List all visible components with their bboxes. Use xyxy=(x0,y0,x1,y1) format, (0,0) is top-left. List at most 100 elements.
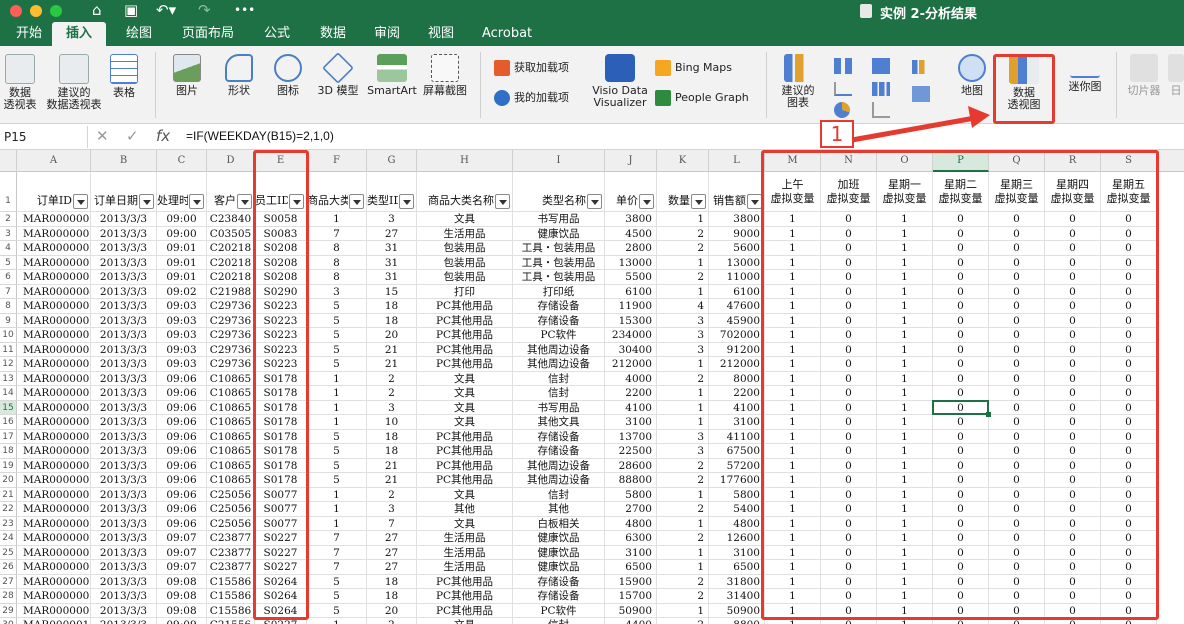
column-header-H[interactable]: H xyxy=(417,150,513,172)
cell-A9[interactable]: MAR0000005 xyxy=(17,313,91,328)
cell-N7[interactable]: 0 xyxy=(821,284,877,299)
cell-F17[interactable]: 5 xyxy=(307,429,367,444)
column-header-B[interactable]: B xyxy=(91,150,157,172)
cell-O15[interactable]: 1 xyxy=(877,400,933,415)
fill-handle[interactable] xyxy=(986,412,991,417)
cell-N19[interactable]: 0 xyxy=(821,458,877,473)
cell-F27[interactable]: 5 xyxy=(307,574,367,589)
3d-models-button[interactable]: 3D 模型 xyxy=(314,52,362,97)
cell-J6[interactable]: 5500 xyxy=(605,270,657,285)
cell-I17[interactable]: 存储设备 xyxy=(513,429,605,444)
cell-H20[interactable]: PC其他用品 xyxy=(417,473,513,488)
cell-I18[interactable]: 存储设备 xyxy=(513,444,605,459)
cell-E28[interactable]: S0264 xyxy=(255,589,307,604)
cell-M14[interactable]: 1 xyxy=(765,386,821,401)
cell-D21[interactable]: C25056 xyxy=(207,487,255,502)
cell-A18[interactable]: MAR0000006 xyxy=(17,444,91,459)
cell-B7[interactable]: 2013/3/3 xyxy=(91,284,157,299)
cell-R16[interactable]: 0 xyxy=(1045,415,1101,430)
cell-O5[interactable]: 1 xyxy=(877,255,933,270)
cell-E11[interactable]: S0223 xyxy=(255,342,307,357)
cell-R20[interactable]: 0 xyxy=(1045,473,1101,488)
cell-L29[interactable]: 50900 xyxy=(709,603,765,618)
cell-R17[interactable]: 0 xyxy=(1045,429,1101,444)
cell-F23[interactable]: 1 xyxy=(307,516,367,531)
cell-A7[interactable]: MAR0000004 xyxy=(17,284,91,299)
filter-dropdown-icon[interactable] xyxy=(639,194,654,209)
cell-H11[interactable]: PC其他用品 xyxy=(417,342,513,357)
column-header-C[interactable]: C xyxy=(157,150,207,172)
filter-dropdown-icon[interactable] xyxy=(139,194,154,209)
cell-B3[interactable]: 2013/3/3 xyxy=(91,226,157,241)
cell-G14[interactable]: 2 xyxy=(367,386,417,401)
tab-3[interactable]: 页面布局 xyxy=(180,22,236,46)
cell-M26[interactable]: 1 xyxy=(765,560,821,575)
cell-A20[interactable]: MAR0000006 xyxy=(17,473,91,488)
cell-S14[interactable]: 0 xyxy=(1101,386,1157,401)
cell-G29[interactable]: 20 xyxy=(367,603,417,618)
cell-Q26[interactable]: 0 xyxy=(989,560,1045,575)
column-header-D[interactable]: D xyxy=(207,150,255,172)
cell-F13[interactable]: 1 xyxy=(307,371,367,386)
cell-D13[interactable]: C10865 xyxy=(207,371,255,386)
cell-A17[interactable]: MAR0000006 xyxy=(17,429,91,444)
cell-M30[interactable]: 1 xyxy=(765,618,821,624)
cell-B11[interactable]: 2013/3/3 xyxy=(91,342,157,357)
cell-F29[interactable]: 5 xyxy=(307,603,367,618)
cell-S19[interactable]: 0 xyxy=(1101,458,1157,473)
pie-chart-icon[interactable] xyxy=(834,102,850,118)
cell-I28[interactable]: 存储设备 xyxy=(513,589,605,604)
cell-S21[interactable]: 0 xyxy=(1101,487,1157,502)
cell-L16[interactable]: 3100 xyxy=(709,415,765,430)
cell-H18[interactable]: PC其他用品 xyxy=(417,444,513,459)
row-header[interactable]: 2 xyxy=(0,212,17,227)
cell-E18[interactable]: S0178 xyxy=(255,444,307,459)
cell-E27[interactable]: S0264 xyxy=(255,574,307,589)
row-header[interactable]: 4 xyxy=(0,241,17,256)
cell-L3[interactable]: 9000 xyxy=(709,226,765,241)
row-header[interactable]: 19 xyxy=(0,458,17,473)
waterfall-chart-icon[interactable] xyxy=(912,60,930,74)
cell-D19[interactable]: C10865 xyxy=(207,458,255,473)
tab-7[interactable]: 视图 xyxy=(426,22,456,46)
cell-G23[interactable]: 7 xyxy=(367,516,417,531)
cell-G13[interactable]: 2 xyxy=(367,371,417,386)
screenshot-button[interactable]: 屏幕截图 xyxy=(420,54,470,97)
cell-S15[interactable]: 0 xyxy=(1101,400,1157,415)
cell-L12[interactable]: 212000 xyxy=(709,357,765,372)
cell-I24[interactable]: 健康饮品 xyxy=(513,531,605,546)
cell-L26[interactable]: 6500 xyxy=(709,560,765,575)
cell-R19[interactable]: 0 xyxy=(1045,458,1101,473)
cell-N4[interactable]: 0 xyxy=(821,241,877,256)
column-header-E[interactable]: E xyxy=(255,150,307,172)
cell-J25[interactable]: 3100 xyxy=(605,545,657,560)
cell-H7[interactable]: 打印 xyxy=(417,284,513,299)
visio-button[interactable]: Visio Data Visualizer xyxy=(590,54,650,109)
cell-C15[interactable]: 09:06 xyxy=(157,400,207,415)
cell-O26[interactable]: 1 xyxy=(877,560,933,575)
cell-R10[interactable]: 0 xyxy=(1045,328,1101,343)
cell-P16[interactable]: 0 xyxy=(933,415,989,430)
cell-Q4[interactable]: 0 xyxy=(989,241,1045,256)
cell-E10[interactable]: S0223 xyxy=(255,328,307,343)
cell-Q2[interactable]: 0 xyxy=(989,212,1045,227)
cell-G15[interactable]: 3 xyxy=(367,400,417,415)
cell-I10[interactable]: PC软件 xyxy=(513,328,605,343)
cell-D9[interactable]: C29736 xyxy=(207,313,255,328)
cell-H13[interactable]: 文具 xyxy=(417,371,513,386)
cell-N16[interactable]: 0 xyxy=(821,415,877,430)
cell-R14[interactable]: 0 xyxy=(1045,386,1101,401)
cell-S16[interactable]: 0 xyxy=(1101,415,1157,430)
corner-select-all[interactable] xyxy=(0,150,17,172)
row-header[interactable]: 29 xyxy=(0,603,17,618)
cancel-icon[interactable]: ✕ xyxy=(96,127,109,145)
cell-D8[interactable]: C29736 xyxy=(207,299,255,314)
row-header[interactable]: 7 xyxy=(0,284,17,299)
cell-C29[interactable]: 09:08 xyxy=(157,603,207,618)
cell-I21[interactable]: 信封 xyxy=(513,487,605,502)
cell-Q25[interactable]: 0 xyxy=(989,545,1045,560)
cell-L20[interactable]: 177600 xyxy=(709,473,765,488)
cell-A8[interactable]: MAR0000005 xyxy=(17,299,91,314)
cell-R2[interactable]: 0 xyxy=(1045,212,1101,227)
cell-R15[interactable]: 0 xyxy=(1045,400,1101,415)
